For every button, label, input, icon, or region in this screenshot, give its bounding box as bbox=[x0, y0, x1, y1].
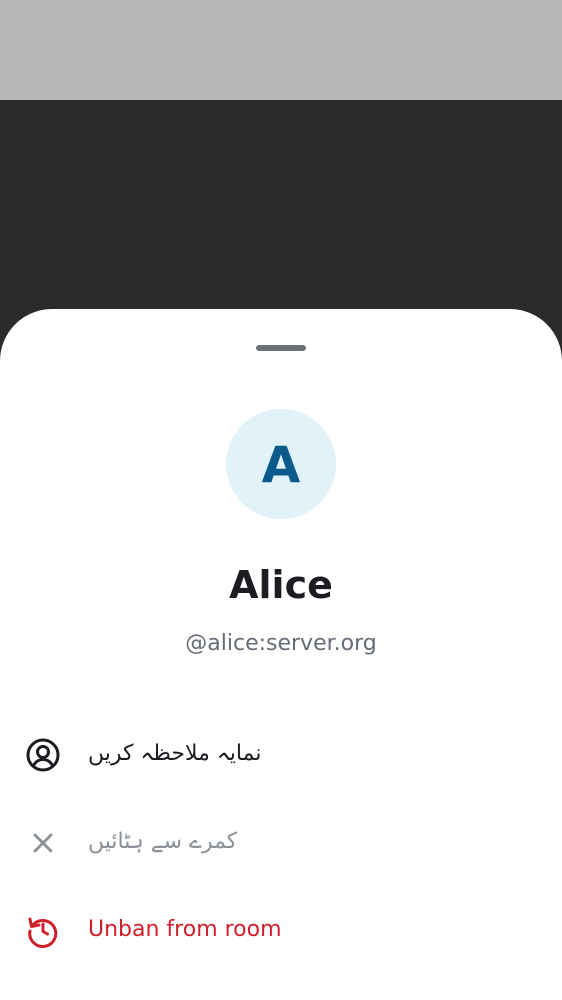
background-scrim[interactable] bbox=[0, 100, 562, 320]
view-profile-label: نمایہ ملاحظہ کریں bbox=[88, 741, 262, 766]
avatar: A bbox=[226, 409, 336, 519]
view-profile-button[interactable]: نمایہ ملاحظہ کریں bbox=[0, 722, 562, 786]
user-circle-icon bbox=[24, 736, 62, 774]
top-status-strip bbox=[0, 0, 562, 100]
member-user-id: @alice:server.org bbox=[185, 631, 377, 656]
close-icon bbox=[24, 824, 62, 862]
unban-from-room-button[interactable]: Unban from room bbox=[0, 898, 562, 962]
member-bottom-sheet: A Alice @alice:server.org نمایہ ملاحظہ ک… bbox=[0, 309, 562, 1000]
remove-from-room-button[interactable]: کمرے سے ہٹائیں bbox=[0, 810, 562, 874]
undo-rotate-icon bbox=[24, 912, 62, 950]
drag-handle[interactable] bbox=[256, 345, 306, 351]
remove-from-room-label: کمرے سے ہٹائیں bbox=[88, 829, 238, 854]
member-display-name: Alice bbox=[229, 563, 333, 607]
unban-from-room-label: Unban from room bbox=[88, 917, 282, 942]
avatar-initial: A bbox=[261, 436, 301, 494]
